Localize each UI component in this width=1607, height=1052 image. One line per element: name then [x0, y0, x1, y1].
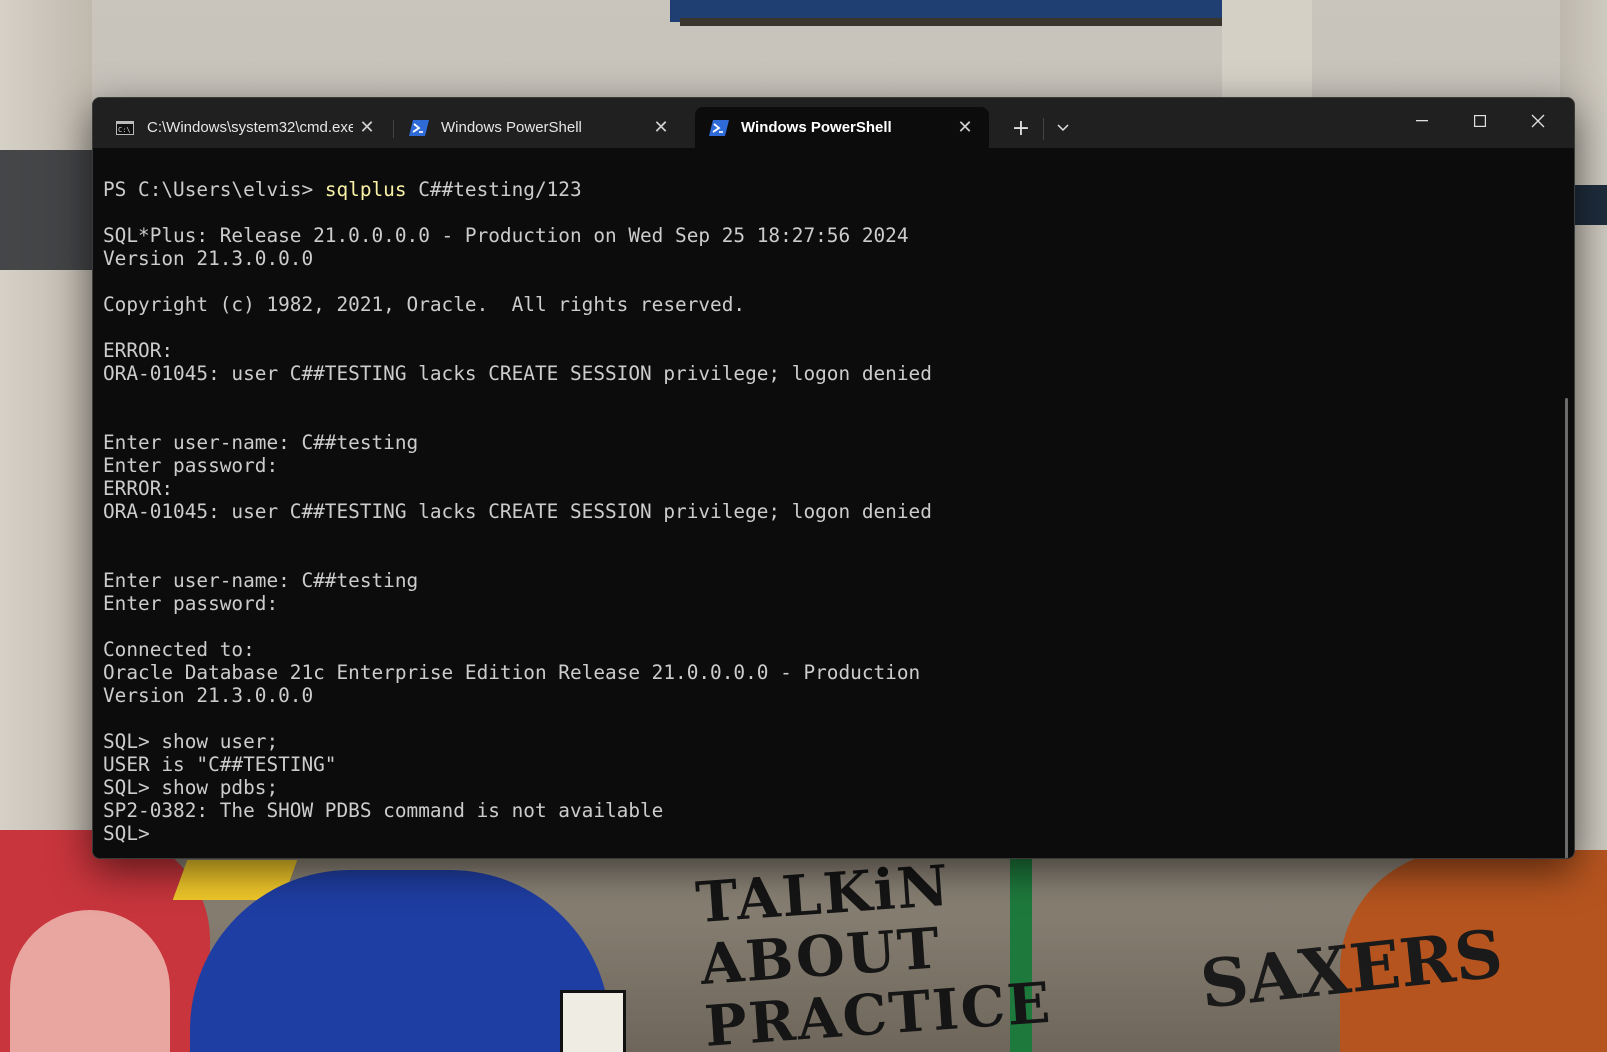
tab-powershell-2[interactable]: Windows PowerShell ✕: [695, 107, 989, 148]
close-window-button[interactable]: [1509, 98, 1567, 144]
wallpaper-ledge: [680, 18, 1225, 26]
output-line: Enter user-name: C##testing: [103, 569, 419, 592]
output-line: SQL>: [103, 822, 150, 845]
ps-prompt: PS C:\Users\elvis>: [103, 178, 325, 201]
new-tab-button[interactable]: +: [1003, 112, 1039, 144]
terminal-output[interactable]: PS C:\Users\elvis> sqlplus C##testing/12…: [93, 148, 1574, 858]
tab-powershell-1-close-icon[interactable]: ✕: [651, 117, 671, 137]
tab-cmd-close-icon[interactable]: ✕: [357, 117, 377, 137]
tab-powershell-1[interactable]: Windows PowerShell ✕: [395, 107, 685, 148]
maximize-icon: [1474, 115, 1486, 127]
wallpaper-shadow: [0, 150, 92, 270]
cmd-icon: C:\: [115, 120, 135, 136]
tab-cmd[interactable]: C:\ C:\Windows\system32\cmd.exe ✕: [101, 107, 391, 148]
wallpaper-pillar: [1222, 0, 1312, 110]
output-line: ORA-01045: user C##TESTING lacks CREATE …: [103, 362, 932, 385]
output-line: Oracle Database 21c Enterprise Edition R…: [103, 661, 921, 684]
tab-powershell-2-close-icon[interactable]: ✕: [955, 117, 975, 137]
prompt-line: PS C:\Users\elvis> sqlplus C##testing/12…: [103, 178, 1574, 201]
wallpaper-wall-left: [0, 0, 92, 860]
svg-text:C:\: C:\: [118, 126, 131, 134]
tab-dropdown-button[interactable]: [1047, 112, 1079, 144]
output-line: Version 21.3.0.0.0: [103, 684, 314, 707]
output-lines: SQL*Plus: Release 21.0.0.0.0 - Productio…: [103, 201, 1574, 845]
minimize-icon: [1416, 120, 1428, 122]
graffiti-text: TALKiN ABOUT PRACTICE: [693, 852, 1055, 1052]
tab-separator: [393, 120, 394, 138]
tab-cmd-label: C:\Windows\system32\cmd.exe: [147, 119, 353, 136]
output-line: Enter password:: [103, 592, 279, 615]
output-line: SQL> show pdbs;: [103, 776, 279, 799]
output-line: SQL> show user;: [103, 730, 279, 753]
minimize-button[interactable]: [1393, 98, 1451, 144]
terminal-window: C:\ C:\Windows\system32\cmd.exe ✕ Window…: [92, 97, 1575, 859]
output-line: Connected to:: [103, 638, 255, 661]
powershell-icon: [409, 119, 429, 136]
chevron-down-icon: [1057, 124, 1069, 132]
tab-powershell-1-label: Windows PowerShell: [441, 119, 582, 136]
output-line: USER is "C##TESTING": [103, 753, 337, 776]
powershell-icon: [709, 119, 729, 136]
maximize-button[interactable]: [1451, 98, 1509, 144]
graffiti-white-box: [560, 990, 626, 1052]
toolbar-separator: [1043, 118, 1044, 140]
output-line: Copyright (c) 1982, 2021, Oracle. All ri…: [103, 293, 746, 316]
command-args: C##testing/123: [406, 178, 582, 201]
title-bar[interactable]: C:\ C:\Windows\system32\cmd.exe ✕ Window…: [93, 98, 1574, 148]
output-line: ERROR:: [103, 339, 174, 362]
output-line: SP2-0382: The SHOW PDBS command is not a…: [103, 799, 664, 822]
output-line: SQL*Plus: Release 21.0.0.0.0 - Productio…: [103, 224, 909, 247]
output-line: Enter password:: [103, 454, 279, 477]
output-line: ERROR:: [103, 477, 174, 500]
command-name: sqlplus: [324, 178, 407, 201]
output-line: Enter user-name: C##testing: [103, 431, 419, 454]
close-icon: [1531, 114, 1545, 128]
output-line: Version 21.3.0.0.0: [103, 247, 314, 270]
output-line: ORA-01045: user C##TESTING lacks CREATE …: [103, 500, 932, 523]
scrollbar[interactable]: [1565, 398, 1568, 858]
tab-powershell-2-label: Windows PowerShell: [741, 119, 892, 136]
